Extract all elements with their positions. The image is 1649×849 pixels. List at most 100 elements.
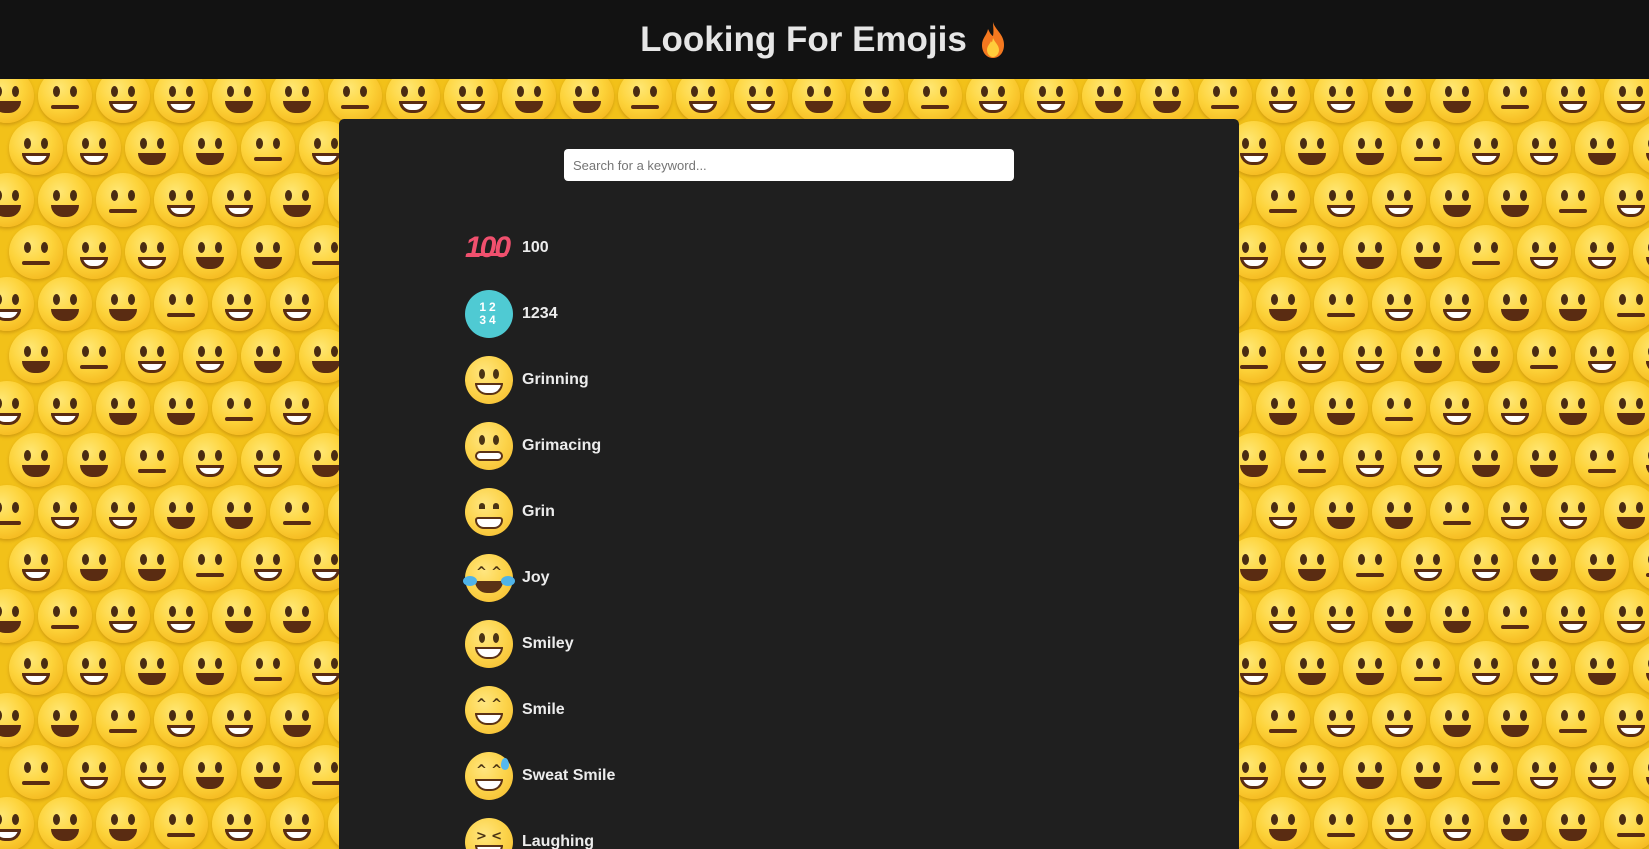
list-item[interactable]: 100 100 (465, 215, 615, 281)
wallpaper-emoji (67, 225, 121, 279)
wallpaper-emoji (1517, 121, 1571, 175)
search-input[interactable] (564, 149, 1014, 181)
wallpaper-emoji (444, 79, 498, 123)
wallpaper-emoji (1488, 277, 1542, 331)
list-item[interactable]: Grimacing (465, 413, 615, 479)
wallpaper-emoji (1401, 433, 1455, 487)
wallpaper-emoji (1488, 693, 1542, 747)
list-item[interactable]: Grinning (465, 347, 615, 413)
list-item[interactable]: ^ ^ Sweat Smile (465, 743, 615, 809)
wallpaper-emoji (1198, 79, 1252, 123)
wallpaper-emoji (270, 277, 324, 331)
wallpaper-emoji (1459, 225, 1513, 279)
wallpaper-emoji (183, 537, 237, 591)
wallpaper-emoji (1546, 693, 1600, 747)
wallpaper-emoji (1575, 225, 1629, 279)
wallpaper-emoji (1285, 745, 1339, 799)
wallpaper-emoji (96, 485, 150, 539)
wallpaper-emoji (154, 797, 208, 849)
wallpaper-emoji (0, 485, 34, 539)
wallpaper-emoji (1372, 693, 1426, 747)
list-item[interactable]: 12 34 1234 (465, 281, 615, 347)
wallpaper-emoji (9, 329, 63, 383)
wallpaper-emoji (270, 797, 324, 849)
wallpaper-emoji (154, 277, 208, 331)
wallpaper-emoji (183, 433, 237, 487)
wallpaper-emoji (1430, 277, 1484, 331)
wallpaper-emoji (560, 79, 614, 123)
wallpaper-emoji (96, 173, 150, 227)
grin-face-icon (465, 488, 513, 536)
wallpaper-emoji (67, 745, 121, 799)
wallpaper-emoji (1372, 381, 1426, 435)
list-item[interactable]: Smiley (465, 611, 615, 677)
wallpaper-emoji (1517, 641, 1571, 695)
wallpaper-emoji (1430, 797, 1484, 849)
list-item[interactable]: Grin (465, 479, 615, 545)
emoji-list: 100 100 12 34 1234 Grinning Grimacing Gr… (463, 215, 615, 849)
wallpaper-emoji (0, 173, 34, 227)
wallpaper-emoji (1517, 745, 1571, 799)
wallpaper-emoji (734, 79, 788, 123)
wallpaper-emoji (1343, 641, 1397, 695)
wallpaper-emoji (1604, 79, 1649, 123)
wallpaper-emoji (1575, 329, 1629, 383)
wallpaper-emoji (908, 79, 962, 123)
wallpaper-emoji (1488, 485, 1542, 539)
wallpaper-emoji (67, 121, 121, 175)
wallpaper-emoji (1633, 329, 1649, 383)
wallpaper-emoji (1488, 797, 1542, 849)
wallpaper-emoji (9, 537, 63, 591)
smile-face-icon: ^ ^ (465, 686, 513, 734)
wallpaper-emoji (1314, 693, 1368, 747)
wallpaper-emoji (67, 329, 121, 383)
emoji-label: Grinning (522, 371, 589, 388)
wallpaper-emoji (96, 381, 150, 435)
wallpaper-emoji (212, 693, 266, 747)
list-item[interactable]: ^ ^ Smile (465, 677, 615, 743)
wallpaper-emoji (1372, 277, 1426, 331)
wallpaper-emoji (154, 693, 208, 747)
wallpaper-emoji (1459, 433, 1513, 487)
emoji-label: 100 (522, 239, 549, 256)
wallpaper-emoji (1430, 589, 1484, 643)
wallpaper-emoji (1459, 537, 1513, 591)
wallpaper-emoji (1546, 277, 1600, 331)
list-item[interactable]: ^ ^ Joy (463, 545, 615, 611)
sweat-smile-face-icon: ^ ^ (465, 752, 513, 800)
wallpaper-emoji (38, 485, 92, 539)
wallpaper-emoji (1546, 797, 1600, 849)
wallpaper-emoji (154, 381, 208, 435)
wallpaper-emoji (386, 79, 440, 123)
wallpaper-emoji (1314, 277, 1368, 331)
wallpaper-emoji (1314, 173, 1368, 227)
wallpaper-emoji (212, 277, 266, 331)
fire-icon (981, 21, 1004, 58)
wallpaper-emoji (67, 537, 121, 591)
wallpaper-emoji (1401, 641, 1455, 695)
wallpaper-emoji (67, 433, 121, 487)
wallpaper-emoji (1604, 381, 1649, 435)
wallpaper-emoji (1343, 745, 1397, 799)
wallpaper-emoji (9, 121, 63, 175)
wallpaper-emoji (0, 693, 34, 747)
wallpaper-emoji (1372, 79, 1426, 123)
wallpaper-emoji (0, 797, 34, 849)
grinning-face-icon (465, 356, 513, 404)
wallpaper-emoji (1430, 173, 1484, 227)
wallpaper-emoji (241, 225, 295, 279)
wallpaper-emoji (1575, 745, 1629, 799)
wallpaper-emoji (38, 797, 92, 849)
wallpaper-emoji (1459, 121, 1513, 175)
wallpaper-emoji (154, 485, 208, 539)
wallpaper-emoji (1256, 173, 1310, 227)
wallpaper-emoji (1401, 225, 1455, 279)
wallpaper-emoji (1517, 329, 1571, 383)
wallpaper-emoji (1575, 433, 1629, 487)
wallpaper-emoji (1401, 329, 1455, 383)
list-item[interactable]: > < Laughing (465, 809, 615, 849)
wallpaper-emoji (1633, 745, 1649, 799)
wallpaper-emoji (1633, 433, 1649, 487)
wallpaper-emoji (154, 589, 208, 643)
wallpaper-emoji (9, 745, 63, 799)
